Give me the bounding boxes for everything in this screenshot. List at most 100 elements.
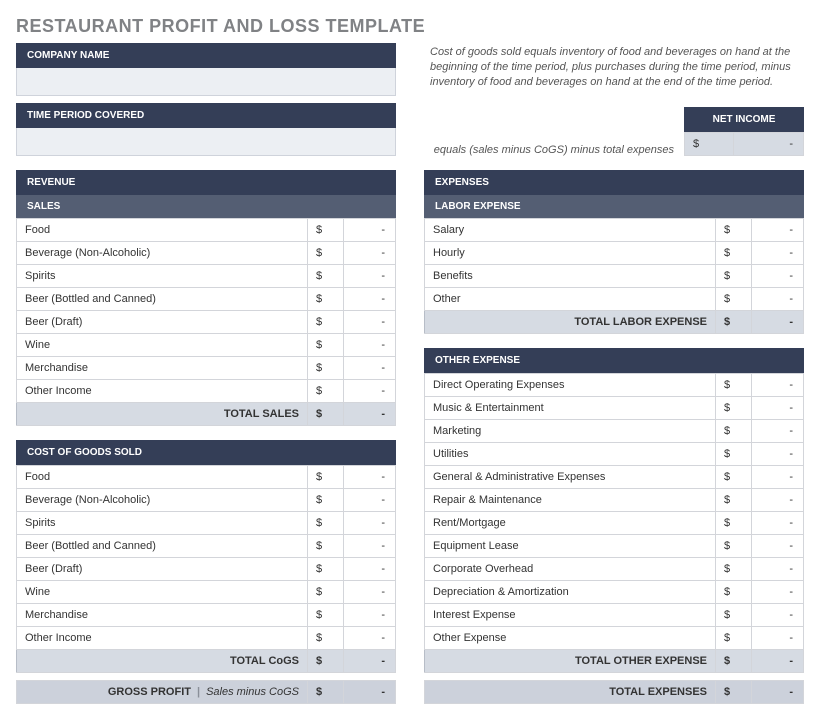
row-val[interactable]: - [344,334,396,357]
table-row: Equipment Lease$- [425,535,804,558]
row-val[interactable]: - [752,627,804,650]
row-sym[interactable]: $ [716,535,752,558]
row-label: Rent/Mortgage [425,512,716,535]
row-sym[interactable]: $ [308,535,344,558]
table-row: Beverage (Non-Alcoholic)$- [17,489,396,512]
total-row: TOTAL SALES$- [17,403,396,426]
page-title: RESTAURANT PROFIT AND LOSS TEMPLATE [16,16,804,37]
table-row: General & Administrative Expenses$- [425,466,804,489]
row-sym[interactable]: $ [716,242,752,265]
row-sym[interactable]: $ [308,219,344,242]
row-val[interactable]: - [752,535,804,558]
row-val[interactable]: - [344,627,396,650]
row-val[interactable]: - [344,380,396,403]
row-sym[interactable]: $ [716,581,752,604]
row-val[interactable]: - [344,311,396,334]
row-label: Benefits [425,265,716,288]
table-row: Spirits$- [17,512,396,535]
row-label: Spirits [17,512,308,535]
row-sym[interactable]: $ [716,288,752,311]
table-row: Beer (Bottled and Canned)$- [17,288,396,311]
row-sym[interactable]: $ [716,558,752,581]
row-sym[interactable]: $ [308,581,344,604]
row-sym[interactable]: $ [308,288,344,311]
row-label: Direct Operating Expenses [425,374,716,397]
row-sym[interactable]: $ [716,489,752,512]
row-sym[interactable]: $ [716,512,752,535]
row-val[interactable]: - [752,558,804,581]
row-val[interactable]: - [752,489,804,512]
row-sym[interactable]: $ [716,265,752,288]
row-val[interactable]: - [752,420,804,443]
table-row: Direct Operating Expenses$- [425,374,804,397]
row-val[interactable]: - [344,489,396,512]
table-row: Depreciation & Amortization$- [425,581,804,604]
row-val[interactable]: - [752,443,804,466]
row-val[interactable]: - [752,219,804,242]
row-val[interactable]: - [344,558,396,581]
row-label: Beer (Draft) [17,311,308,334]
table-row: Other Expense$- [425,627,804,650]
row-sym[interactable]: $ [716,219,752,242]
row-label: Merchandise [17,604,308,627]
company-name-input[interactable] [16,68,396,96]
row-sym[interactable]: $ [308,334,344,357]
row-label: Repair & Maintenance [425,489,716,512]
total-sym: $ [716,311,752,334]
row-sym[interactable]: $ [716,627,752,650]
row-val[interactable]: - [752,374,804,397]
row-sym[interactable]: $ [716,420,752,443]
row-val[interactable]: - [344,265,396,288]
row-val[interactable]: - [752,397,804,420]
total-expenses-sym: $ [716,681,752,704]
row-sym[interactable]: $ [308,380,344,403]
table-row: Food$- [17,219,396,242]
row-sym[interactable]: $ [716,466,752,489]
total-sym: $ [308,403,344,426]
total-row: TOTAL CoGS$- [17,650,396,673]
row-val[interactable]: - [752,604,804,627]
row-val[interactable]: - [344,581,396,604]
expenses-header: EXPENSES [424,170,804,195]
row-sym[interactable]: $ [308,604,344,627]
net-income-value: $ - [684,132,804,156]
row-sym[interactable]: $ [716,374,752,397]
row-val[interactable]: - [752,265,804,288]
row-val[interactable]: - [344,357,396,380]
row-sym[interactable]: $ [308,466,344,489]
row-sym[interactable]: $ [308,311,344,334]
row-sym[interactable]: $ [716,397,752,420]
row-sym[interactable]: $ [308,265,344,288]
row-val[interactable]: - [752,512,804,535]
table-row: Food$- [17,466,396,489]
row-val[interactable]: - [344,535,396,558]
row-sym[interactable]: $ [308,512,344,535]
row-sym[interactable]: $ [308,357,344,380]
total-sym: $ [716,650,752,673]
row-val[interactable]: - [344,604,396,627]
cogs-table: Food$-Beverage (Non-Alcoholic)$-Spirits$… [16,465,396,673]
row-sym[interactable]: $ [716,604,752,627]
net-income-note: equals (sales minus CoGS) minus total ex… [424,136,674,156]
row-val[interactable]: - [752,288,804,311]
row-sym[interactable]: $ [308,558,344,581]
row-val[interactable]: - [752,466,804,489]
table-row: Music & Entertainment$- [425,397,804,420]
time-period-input[interactable] [16,128,396,156]
row-sym[interactable]: $ [308,627,344,650]
table-row: Salary$- [425,219,804,242]
row-val[interactable]: - [752,242,804,265]
gross-profit-val: - [344,681,396,704]
row-val[interactable]: - [344,288,396,311]
row-val[interactable]: - [344,512,396,535]
row-sym[interactable]: $ [308,489,344,512]
row-label: Other Expense [425,627,716,650]
row-val[interactable]: - [344,466,396,489]
total-label: TOTAL LABOR EXPENSE [425,311,716,334]
row-sym[interactable]: $ [308,242,344,265]
row-label: Beverage (Non-Alcoholic) [17,242,308,265]
row-val[interactable]: - [344,219,396,242]
row-sym[interactable]: $ [716,443,752,466]
row-val[interactable]: - [344,242,396,265]
row-val[interactable]: - [752,581,804,604]
